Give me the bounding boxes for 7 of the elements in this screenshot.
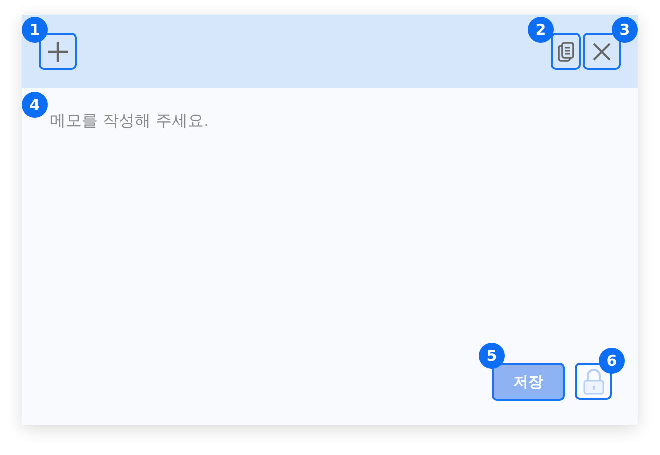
copy-icon (558, 42, 574, 62)
close-icon (592, 42, 612, 62)
plus-icon (47, 40, 69, 62)
copy-button[interactable] (551, 33, 581, 70)
number-badge: 3 (612, 17, 638, 43)
number-badge: 2 (528, 17, 554, 43)
number-badge: 1 (22, 17, 48, 43)
